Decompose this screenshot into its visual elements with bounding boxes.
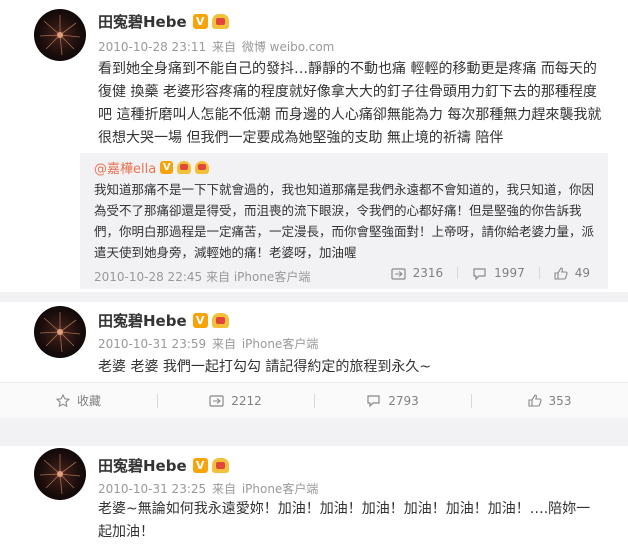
star-icon [55, 393, 70, 407]
divider [457, 267, 459, 279]
comment-button[interactable]: 2793 [314, 383, 471, 418]
repost-icon [209, 395, 224, 407]
repost-meta: 2010-10-28 22:45 来自 iPhone客户端 [94, 268, 310, 285]
member-badge-icon [177, 160, 192, 174]
like-count: 353 [548, 393, 572, 408]
repost-date[interactable]: 2010-10-28 22:45 [94, 270, 202, 284]
weibo-post: 田寃碧Hebe V 2010-10-31 23:25 来自 iPhone客户端 … [0, 446, 628, 546]
favorite-button[interactable]: 收藏 [0, 383, 157, 418]
post-meta: 2010-10-31 23:25 来自 iPhone客户端 [98, 480, 320, 497]
user-name[interactable]: 田寃碧Hebe [98, 310, 187, 331]
comment-count: 2793 [388, 393, 419, 408]
comment-icon [367, 395, 380, 407]
post-action-bar: 收藏 2212 2793 353 [0, 382, 628, 418]
source-prefix: 来自 [211, 337, 236, 351]
post-meta: 2010-10-31 23:59 来自 iPhone客户端 [98, 335, 320, 352]
post-source[interactable]: iPhone客户端 [242, 482, 319, 496]
post-source[interactable]: 微博 weibo.com [242, 40, 335, 54]
repost-count: 2316 [412, 266, 444, 280]
thumbs-up-icon [527, 394, 542, 407]
member-badge-icon [211, 457, 229, 473]
source-prefix: 来自 [211, 482, 236, 496]
avatar[interactable] [34, 306, 86, 358]
post-date[interactable]: 2010-10-31 23:59 [98, 337, 206, 351]
post-meta: 2010-10-28 23:11 来自 微博 weibo.com [98, 38, 336, 55]
verified-badge-icon: V [192, 13, 208, 29]
thumbs-up-icon [554, 266, 568, 280]
repost-count-button[interactable]: 2316 [391, 266, 444, 280]
repost-source[interactable]: iPhone客户端 [234, 270, 311, 284]
divider [538, 267, 540, 279]
verified-badge-icon: V [192, 457, 208, 473]
post-text: 老婆 老婆 我們一起打勾勾 請記得約定的旅程到永久~ [98, 359, 432, 375]
comment-icon [473, 267, 486, 280]
source-prefix: 来自 [205, 270, 230, 284]
member-badge-icon [195, 160, 210, 174]
verified-badge-icon: V [160, 160, 174, 174]
repost-icon [391, 267, 406, 280]
favorite-label: 收藏 [76, 394, 101, 408]
post-separator [0, 418, 628, 446]
post-date[interactable]: 2010-10-28 23:11 [98, 40, 206, 54]
comment-count: 1997 [494, 266, 525, 280]
user-name[interactable]: 田寃碧Hebe [98, 11, 187, 32]
post-source[interactable]: iPhone客户端 [242, 337, 319, 351]
repost-user-name[interactable]: @嘉樺ella [94, 158, 156, 177]
verified-badge-icon: V [192, 312, 208, 328]
repost-button[interactable]: 2212 [157, 383, 314, 418]
repost-count: 2212 [231, 393, 262, 408]
repost-text: 我知道那痛不是一下下就會過的，我也知道那痛是我們永遠都不會知道的，我只知道，你因… [94, 182, 595, 260]
like-count-button[interactable]: 49 [554, 266, 590, 280]
post-separator [0, 292, 628, 302]
like-count: 49 [574, 266, 590, 280]
weibo-post: 田寃碧Hebe V 2010-10-28 23:11 来自 微博 weibo.c… [0, 0, 628, 296]
avatar[interactable] [34, 9, 86, 61]
post-text: 老婆~無論如何我永遠愛妳！加油！加油！加油！加油！加油！加油！….陪妳一起加油！ [98, 501, 591, 540]
source-prefix: 来自 [211, 40, 236, 54]
member-badge-icon [211, 13, 229, 29]
repost-stats: 2316 1997 49 [377, 266, 590, 280]
like-button[interactable]: 353 [471, 383, 628, 418]
user-name[interactable]: 田寃碧Hebe [98, 455, 187, 476]
post-date[interactable]: 2010-10-31 23:25 [98, 482, 206, 496]
comment-count-button[interactable]: 1997 [472, 266, 525, 280]
member-badge-icon [211, 312, 229, 328]
repost-box[interactable]: @嘉樺ella V 我知道那痛不是一下下就會過的，我也知道那痛是我們永遠都不會知… [80, 153, 608, 289]
avatar[interactable] [34, 448, 86, 500]
post-text: 看到她全身痛到不能自己的發抖…靜靜的不動也痛 輕輕的移動更是疼痛 而每天的復健 … [98, 61, 602, 146]
